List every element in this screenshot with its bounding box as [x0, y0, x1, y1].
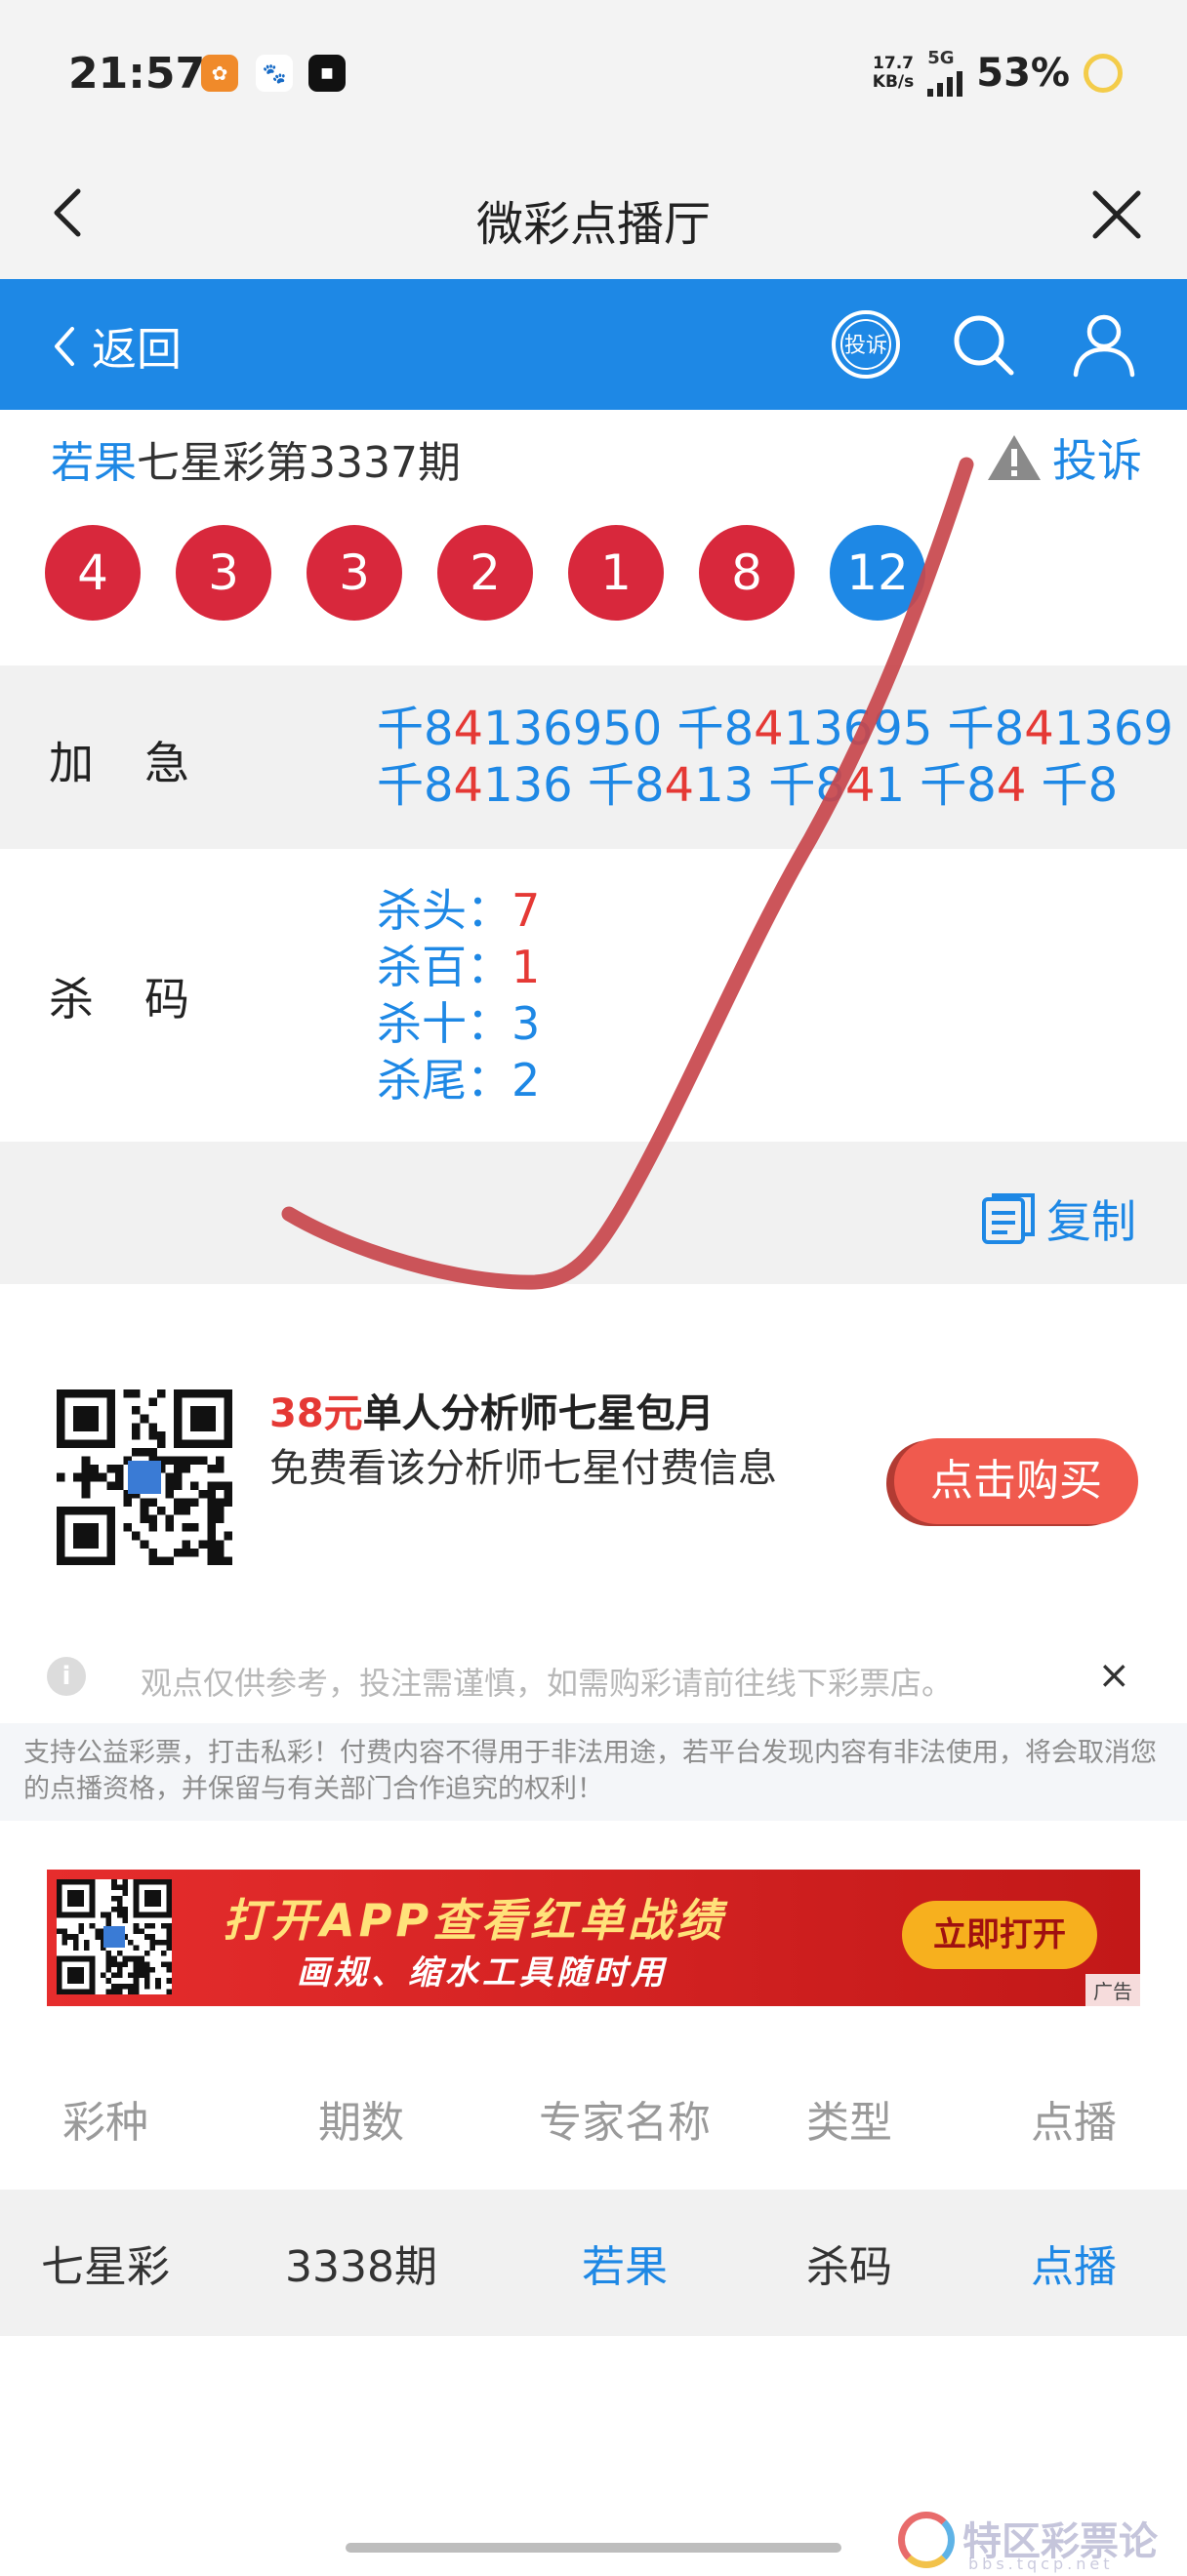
- issue-title: 若果七星彩第3337期: [51, 427, 461, 490]
- net-speed: 17.7 KB/s: [872, 54, 915, 92]
- warning-icon: [988, 435, 1041, 480]
- network-type: 5G: [927, 48, 955, 68]
- app-banner-ad[interactable]: 打开APP查看红单战绩 画规、缩水工具随时用 立即打开 广告: [47, 1870, 1140, 2006]
- jiaji-values: 千84136950 千8413695 千841369 千84136 千8413 千…: [377, 701, 1173, 814]
- play-link[interactable]: 点播: [976, 2190, 1171, 2336]
- qr-code-image: [57, 1389, 232, 1565]
- svg-text:投诉: 投诉: [844, 334, 887, 358]
- battery-percent: 53%: [976, 51, 1070, 96]
- table-cell: 杀码: [806, 2242, 892, 2292]
- status-time: 21:57: [68, 49, 206, 99]
- signal-icon: [927, 67, 963, 97]
- table-header: 彩种 期数 专家名称 类型 点播: [0, 2047, 1187, 2190]
- shama-item: 杀百：1: [377, 941, 541, 993]
- promo-title: 38元单人分析师七星包月: [269, 1391, 715, 1436]
- ball-number: 3: [176, 525, 271, 621]
- title-bar: 微彩点播厅: [0, 146, 1187, 279]
- complain-label: 投诉: [1052, 434, 1142, 487]
- promo-subtitle: 免费看该分析师七星付费信息: [269, 1446, 777, 1491]
- notice-bar: i 观点仅供参考，投注需谨慎，如需购彩请前往线下彩票店。 ×: [39, 1651, 1148, 1702]
- jiaji-line: 千84136950 千8413695 千841369: [377, 702, 1173, 756]
- jiaji-row: 加急 千84136950 千8413695 千841369 千84136 千841…: [0, 665, 1187, 849]
- open-app-button[interactable]: 立即打开: [902, 1901, 1097, 1969]
- watermark-logo-icon: [898, 2512, 955, 2568]
- close-icon[interactable]: [1089, 187, 1144, 242]
- buy-button[interactable]: 点击购买: [894, 1438, 1138, 1524]
- ball-number: 1: [568, 525, 664, 621]
- back-label: 返回: [92, 323, 182, 376]
- battery-icon: [1084, 54, 1123, 93]
- ball-number: 4: [45, 525, 141, 621]
- page-title: 微彩点播厅: [475, 197, 711, 252]
- app-icon-black: ■: [308, 55, 346, 92]
- column-header: 类型: [806, 2098, 892, 2148]
- banner-headline: 打开APP查看红单战绩: [223, 1894, 726, 1947]
- copy-label: 复制: [1046, 1195, 1136, 1248]
- search-icon[interactable]: [947, 308, 1019, 381]
- shama-item: 杀头：7: [377, 884, 541, 937]
- close-notice-icon[interactable]: ×: [1097, 1653, 1130, 1698]
- shama-row: 杀码 杀头：7 杀百：1 杀十：3 杀尾：2: [0, 849, 1187, 1142]
- shama-item: 杀尾：2: [377, 1054, 541, 1107]
- complain-badge-icon: 投诉: [832, 310, 900, 379]
- ball-number: 8: [699, 525, 795, 621]
- table-cell: 七星彩: [41, 2242, 170, 2292]
- copy-button[interactable]: 复制: [980, 1187, 1136, 1251]
- table-row: 七星彩 3338期 若果 杀码 点播: [0, 2190, 1187, 2336]
- shama-values: 杀头：7 杀百：1 杀十：3 杀尾：2: [377, 882, 540, 1108]
- number-balls: 4 3 3 2 1 8 12: [45, 525, 925, 621]
- complain-button[interactable]: 投诉: [986, 425, 1142, 490]
- ball-number-special: 12: [830, 525, 925, 621]
- shama-label: 杀码: [49, 973, 240, 1026]
- watermark-logo: 特区彩票论坛 bbs.tqcp.net: [898, 2510, 1181, 2573]
- shama-item: 杀十：3: [377, 997, 541, 1050]
- disclaimer-text: 支持公益彩票，打击私彩！付费内容不得用于非法用途，若平台发现内容有非法使用，将会…: [0, 1723, 1187, 1821]
- copy-document-icon: [982, 1193, 1035, 1244]
- user-icon[interactable]: [1068, 308, 1140, 381]
- info-icon: i: [47, 1657, 86, 1696]
- back-button[interactable]: 返回: [49, 314, 182, 379]
- notice-text: 观点仅供参考，投注需谨慎，如需购彩请前往线下彩票店。: [141, 1665, 954, 1702]
- column-header: 专家名称: [539, 2098, 711, 2148]
- banner-qr-code-image: [57, 1879, 172, 1994]
- column-header: 期数: [318, 2098, 404, 2148]
- jiaji-line: 千84136 千8413 千841 千84 千8: [377, 758, 1119, 813]
- app-icon-orange: ✿: [201, 55, 238, 92]
- status-bar: 21:57 ✿ 🐾 ■ 17.7 KB/s 5G 53%: [0, 0, 1187, 146]
- issue-label: 七星彩第3337期: [137, 438, 461, 488]
- jiaji-label: 加急: [49, 737, 240, 789]
- column-header: 点播: [1031, 2098, 1117, 2148]
- watermark-url: bbs.tqcp.net: [968, 2555, 1114, 2573]
- ball-number: 2: [437, 525, 533, 621]
- expert-link[interactable]: 若果: [508, 2190, 742, 2336]
- paw-icon: 🐾: [256, 55, 293, 92]
- copy-row: 复制: [0, 1142, 1187, 1284]
- promo-price: 38元: [269, 1391, 363, 1436]
- home-indicator[interactable]: [346, 2543, 841, 2553]
- expert-name[interactable]: 若果: [51, 438, 137, 488]
- table-cell: 3338期: [285, 2242, 437, 2292]
- blue-nav-bar: 返回 投诉: [0, 279, 1187, 410]
- ad-tag: 广告: [1085, 1974, 1140, 2006]
- complain-nav-button[interactable]: 投诉: [830, 308, 902, 381]
- banner-subline: 画规、缩水工具随时用: [297, 1953, 668, 1992]
- ball-number: 3: [307, 525, 402, 621]
- chevron-left-icon: [55, 327, 74, 366]
- column-header: 彩种: [62, 2098, 148, 2148]
